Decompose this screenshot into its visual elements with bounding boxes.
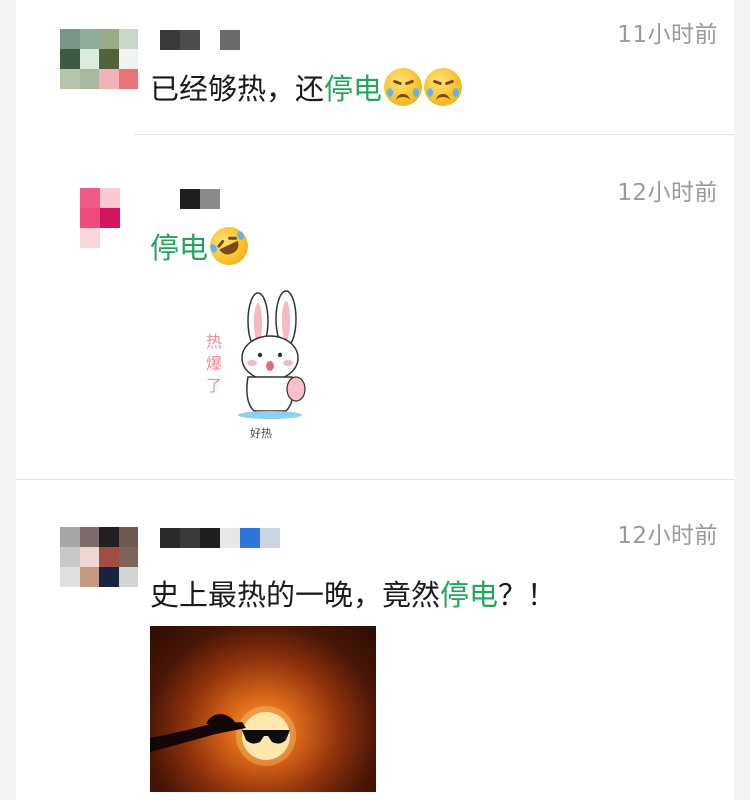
- sunset-sunglasses-photo[interactable]: [150, 626, 376, 792]
- username[interactable]: [160, 30, 240, 50]
- sticker-caption: 好热: [250, 427, 272, 440]
- timestamp: 11小时前: [617, 22, 718, 48]
- highlight-keyword[interactable]: 停电: [324, 66, 382, 108]
- avatar[interactable]: [60, 527, 138, 587]
- avatar[interactable]: [80, 188, 120, 248]
- avatar[interactable]: [60, 29, 138, 89]
- comment-text-before: 史上最热的一晚，竟然: [150, 578, 441, 612]
- rolling-laughing-face-icon: [203, 220, 255, 272]
- highlight-keyword[interactable]: 停电: [440, 572, 498, 614]
- comment-item: 12小时前 停电: [16, 135, 734, 480]
- comment-text: 已经够热，还 停电: [150, 66, 463, 108]
- comment-text: 史上最热的一晚，竟然 停电 ？！: [150, 572, 556, 614]
- highlight-keyword[interactable]: 停电: [150, 225, 208, 267]
- comment-text-before: 已经够热，还: [150, 72, 325, 106]
- persevering-face-icon: [384, 68, 423, 106]
- bunny-sticker-image[interactable]: 热 爆 了 好热: [150, 283, 372, 449]
- sun-with-sunglasses-icon: [150, 706, 296, 766]
- comment-list: 11小时前 已经够热，还 停电 12小时前 停电 热 爆 了 好热 12小时前 …: [16, 0, 734, 800]
- comment-text-after: ？！: [498, 578, 557, 612]
- comment-text: 停电: [150, 220, 255, 272]
- comment-item: 11小时前 已经够热，还 停电: [16, 0, 734, 135]
- timestamp: 12小时前: [617, 180, 718, 206]
- username[interactable]: [180, 189, 220, 209]
- username[interactable]: [160, 528, 280, 548]
- timestamp: 12小时前: [617, 523, 718, 549]
- persevering-face-icon: [424, 68, 463, 106]
